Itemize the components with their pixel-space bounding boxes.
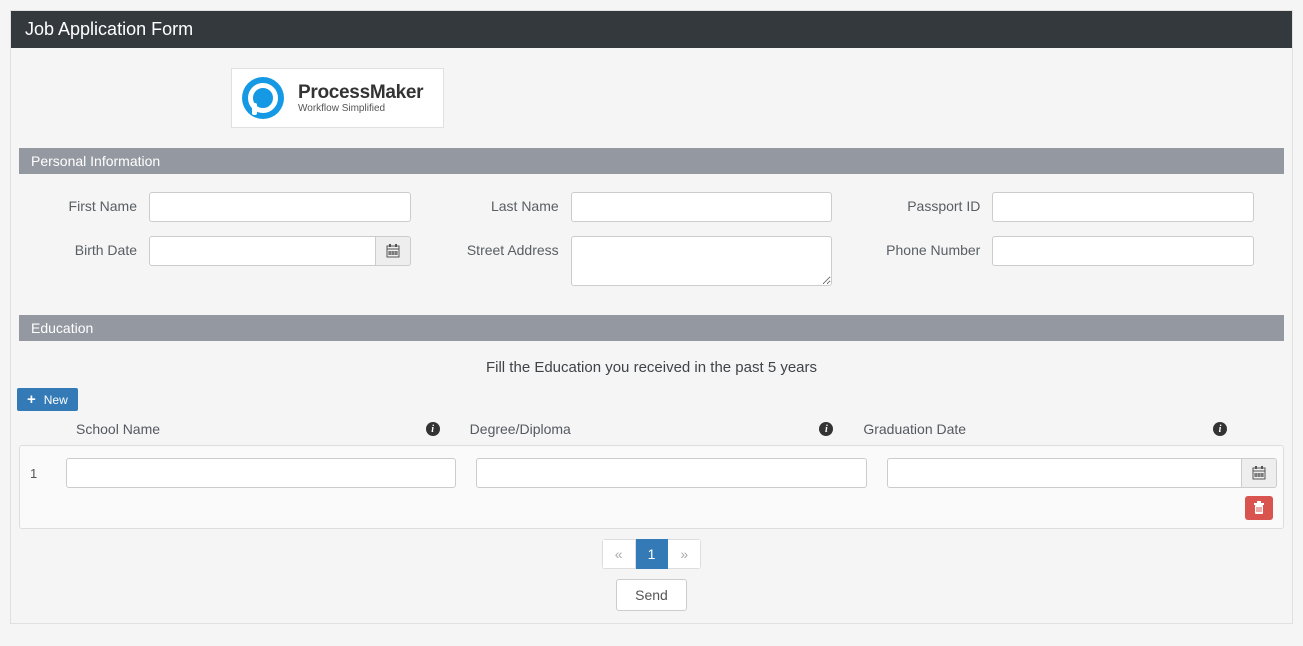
page-next[interactable]: » [668, 539, 701, 569]
birth-date-input[interactable] [149, 236, 376, 266]
degree-input[interactable] [476, 458, 866, 488]
personal-info-header: Personal Information [19, 148, 1284, 174]
passport-id-input[interactable] [992, 192, 1254, 222]
first-name-label: First Name [19, 192, 149, 214]
delete-row-button[interactable] [1245, 496, 1273, 520]
personal-info-body: First Name Last Name Passport ID Birth D… [11, 174, 1292, 315]
school-name-input[interactable] [66, 458, 456, 488]
send-button[interactable]: Send [616, 579, 687, 611]
birth-date-label: Birth Date [19, 236, 149, 258]
logo-brand: ProcessMaker [298, 83, 423, 102]
form-title: Job Application Form [11, 11, 1292, 48]
graduation-date-input[interactable] [887, 458, 1242, 488]
phone-number-label: Phone Number [862, 236, 992, 258]
page-prev[interactable]: « [602, 539, 636, 569]
logo-tagline: Workflow Simplified [298, 104, 423, 114]
last-name-label: Last Name [441, 192, 571, 214]
info-icon[interactable]: i [819, 422, 833, 436]
logo-row: ProcessMaker Workflow Simplified [11, 48, 1292, 148]
education-header: Education [19, 315, 1284, 341]
col-school-name: School Name [76, 421, 160, 437]
education-instruction: Fill the Education you received in the p… [11, 359, 1292, 376]
new-row-button[interactable]: + New [17, 388, 78, 411]
table-row: 1 [26, 458, 1277, 488]
street-address-input[interactable] [571, 236, 833, 286]
page-1[interactable]: 1 [636, 539, 669, 569]
job-application-form: Job Application Form ProcessMaker Workfl… [10, 10, 1293, 624]
calendar-icon[interactable] [376, 236, 411, 266]
first-name-input[interactable] [149, 192, 411, 222]
info-icon[interactable]: i [1213, 422, 1227, 436]
processmaker-logo: ProcessMaker Workflow Simplified [231, 68, 444, 128]
calendar-icon[interactable] [1242, 458, 1277, 488]
col-degree: Degree/Diploma [470, 421, 571, 437]
new-button-label: New [44, 393, 68, 407]
row-index: 1 [26, 466, 46, 481]
logo-icon [242, 77, 284, 119]
col-graduation-date: Graduation Date [863, 421, 966, 437]
education-grid: 1 [19, 445, 1284, 529]
education-grid-header: School Name i Degree/Diploma i Graduatio… [11, 421, 1292, 437]
last-name-input[interactable] [571, 192, 833, 222]
pagination: « 1 » [11, 539, 1292, 569]
phone-number-input[interactable] [992, 236, 1254, 266]
plus-icon: + [27, 392, 36, 407]
passport-id-label: Passport ID [862, 192, 992, 214]
street-address-label: Street Address [441, 236, 571, 258]
info-icon[interactable]: i [426, 422, 440, 436]
